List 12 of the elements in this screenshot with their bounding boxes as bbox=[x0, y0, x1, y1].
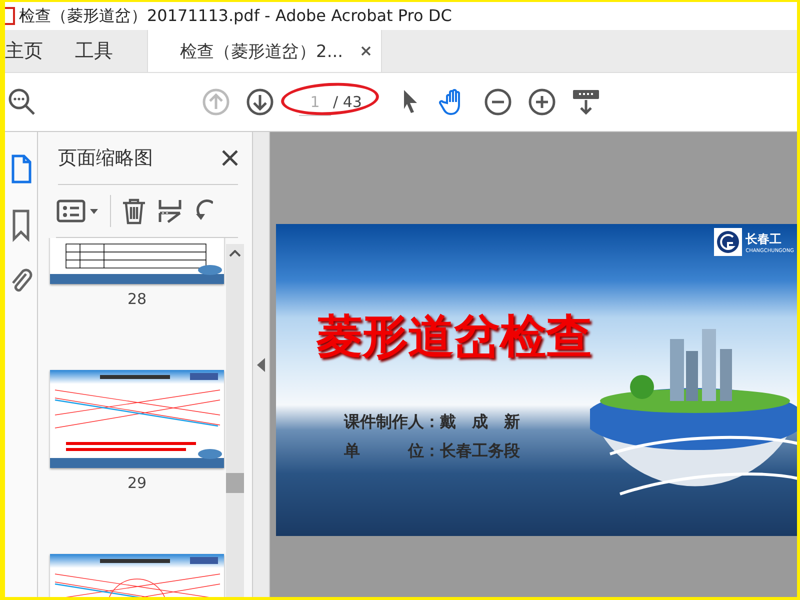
slide-text: 课件制作人：戴 成 新 bbox=[344, 412, 521, 433]
slide-text: 单 位：长春工务段 bbox=[344, 441, 521, 462]
panel-title: 页面缩略图 bbox=[58, 146, 153, 171]
page-number: 29 bbox=[127, 474, 147, 492]
tab[interactable]: 主页 bbox=[5, 30, 59, 72]
window-title: 检查（菱形道岔）20171113.pdf - Adobe Acrobat Pro DC bbox=[19, 6, 452, 26]
page-number: 28 bbox=[127, 290, 147, 308]
tab[interactable]: 工具 bbox=[59, 30, 129, 72]
logo-text: 长春工 bbox=[746, 230, 783, 248]
slide-title: 菱形道岔检查 bbox=[316, 308, 593, 365]
page-count: / 43 bbox=[332, 93, 363, 111]
tab[interactable]: 检查（菱形道岔）2... bbox=[147, 30, 382, 72]
